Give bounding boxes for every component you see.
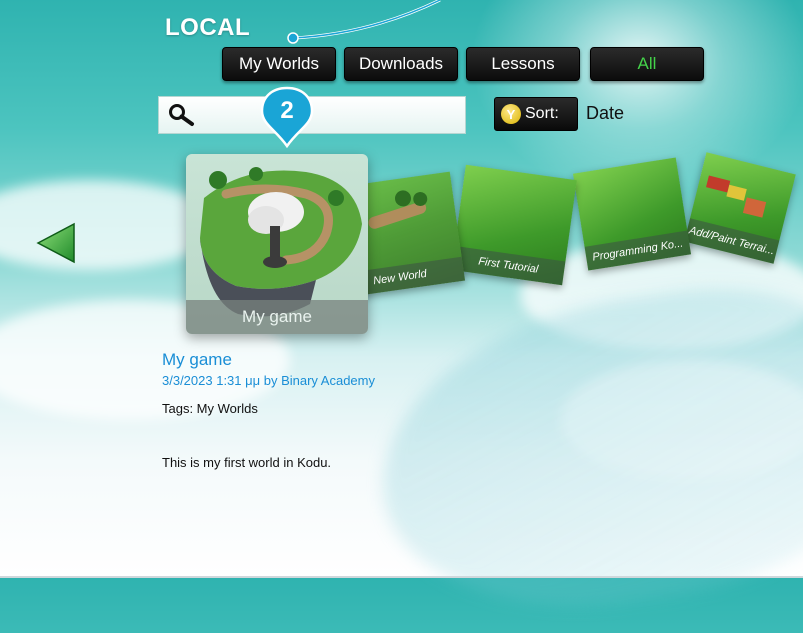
river-decoration: [361, 266, 803, 633]
callout-pin: 2: [258, 86, 316, 148]
world-thumbnail-label: First Tutorial: [451, 245, 566, 286]
world-thumbnail[interactable]: Programming Ko...: [572, 157, 692, 271]
world-thumbnail[interactable]: First Tutorial: [451, 164, 577, 286]
sort-label: Sort:: [525, 105, 559, 122]
world-meta: 3/3/2023 1:31 μμ by Binary Academy: [162, 373, 375, 388]
tab-my-worlds[interactable]: My Worlds: [222, 47, 336, 81]
tab-all[interactable]: All: [590, 47, 704, 81]
section-title: LOCAL: [165, 14, 251, 41]
search-icon: [169, 104, 194, 126]
tab-downloads[interactable]: Downloads: [344, 47, 458, 81]
world-title[interactable]: My game: [162, 350, 232, 370]
tab-lessons[interactable]: Lessons: [466, 47, 580, 81]
sort-value: Date: [586, 103, 625, 123]
selected-world-label: My game: [186, 300, 368, 334]
selected-world-card[interactable]: My game: [186, 154, 368, 334]
sort-button[interactable]: Y Sort:: [494, 97, 578, 131]
callout-number: 2: [280, 97, 294, 124]
world-tags: Tags: My Worlds: [162, 401, 258, 416]
world-description: This is my first world in Kodu.: [162, 455, 332, 470]
back-arrow-icon[interactable]: [36, 222, 76, 264]
callout-pointer: [287, 0, 441, 44]
y-button-icon: Y: [501, 104, 521, 124]
